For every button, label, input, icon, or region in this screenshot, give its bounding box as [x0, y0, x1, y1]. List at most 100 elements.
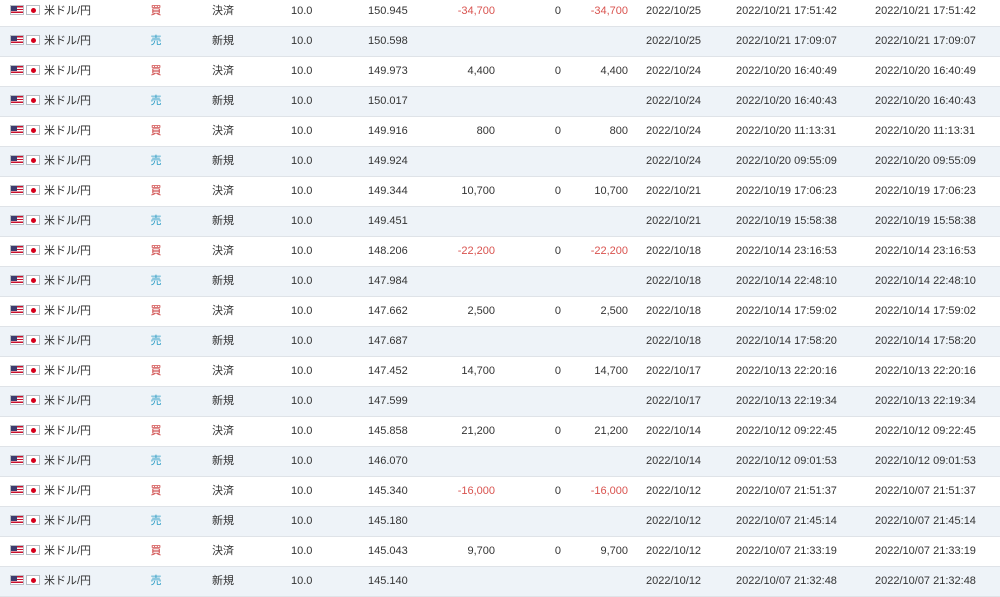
execution-datetime: 2022/10/12 09:01:53: [875, 455, 976, 467]
profit-loss: 9,700: [467, 545, 495, 557]
table-row[interactable]: 米ドル/円 買 決済 10.0 145.340 -16,000 0 -16,000 2022/1…: [0, 477, 1000, 507]
jp-flag-icon: [26, 335, 40, 345]
currency-flags: [10, 207, 40, 236]
trade-side: 買: [150, 425, 162, 437]
currency-flags: [10, 567, 40, 596]
settlement-date: 2022/10/17: [646, 365, 702, 377]
currency-pair: 米ドル/円: [44, 245, 92, 257]
jp-flag-icon: [26, 245, 40, 255]
table-row[interactable]: 米ドル/円 売 新規 10.0 146.070 2022/10/14 2022/10/12 …: [0, 447, 1000, 477]
table-row[interactable]: 米ドル/円 売 新規 10.0 150.598 2022/10/25 2022/10/21 …: [0, 27, 1000, 57]
jp-flag-icon: [26, 455, 40, 465]
currency-pair: 米ドル/円: [44, 575, 92, 587]
table-row[interactable]: 米ドル/円 買 決済 10.0 145.858 21,200 0 21,200 2022/10/…: [0, 417, 1000, 447]
settlement-date: 2022/10/17: [646, 395, 702, 407]
trade-side: 売: [150, 95, 162, 107]
order-datetime: 2022/10/14 17:59:02: [736, 305, 837, 317]
profit-loss: 21,200: [461, 425, 495, 437]
jp-flag-icon: [26, 365, 40, 375]
currency-pair: 米ドル/円: [44, 395, 92, 407]
settlement-date: 2022/10/12: [646, 575, 702, 587]
lot-size: 10.0: [291, 545, 313, 557]
settlement-date: 2022/10/24: [646, 95, 702, 107]
trade-side: 買: [150, 245, 162, 257]
profit-loss: 14,700: [461, 365, 495, 377]
table-row[interactable]: 米ドル/円 売 新規 10.0 149.451 2022/10/21 2022/10/19 …: [0, 207, 1000, 237]
lot-size: 10.0: [291, 305, 313, 317]
currency-flags: [10, 27, 40, 56]
execution-rate: 146.070: [368, 455, 408, 467]
us-flag-icon: [10, 35, 24, 45]
execution-datetime: 2022/10/20 09:55:09: [875, 155, 976, 167]
table-row[interactable]: 米ドル/円 売 新規 10.0 147.599 2022/10/17 2022/10/13 …: [0, 387, 1000, 417]
us-flag-icon: [10, 95, 24, 105]
table-row[interactable]: 米ドル/円 買 決済 10.0 149.344 10,700 0 10,700 2022/10/…: [0, 177, 1000, 207]
order-datetime: 2022/10/19 15:58:38: [736, 215, 837, 227]
lot-size: 10.0: [291, 5, 313, 17]
order-datetime: 2022/10/13 22:19:34: [736, 395, 837, 407]
us-flag-icon: [10, 575, 24, 585]
table-row[interactable]: 米ドル/円 売 新規 10.0 147.984 2022/10/18 2022/10/14 …: [0, 267, 1000, 297]
us-flag-icon: [10, 485, 24, 495]
currency-pair: 米ドル/円: [44, 425, 92, 437]
order-type: 決済: [212, 425, 234, 437]
trade-side: 売: [150, 395, 162, 407]
currency-pair: 米ドル/円: [44, 455, 92, 467]
order-datetime: 2022/10/21 17:09:07: [736, 35, 837, 47]
table-row[interactable]: 米ドル/円 買 決済 10.0 150.945 -34,700 0 -34,700 2022/1…: [0, 0, 1000, 27]
table-row[interactable]: 米ドル/円 売 新規 10.0 149.924 2022/10/24 2022/10/20 …: [0, 147, 1000, 177]
order-datetime: 2022/10/20 09:55:09: [736, 155, 837, 167]
execution-datetime: 2022/10/07 21:51:37: [875, 485, 976, 497]
lot-size: 10.0: [291, 575, 313, 587]
execution-datetime: 2022/10/14 23:16:53: [875, 245, 976, 257]
table-row[interactable]: 米ドル/円 売 新規 10.0 145.180 2022/10/12 2022/10/07 …: [0, 507, 1000, 537]
lot-size: 10.0: [291, 125, 313, 137]
currency-pair: 米ドル/円: [44, 545, 92, 557]
jp-flag-icon: [26, 65, 40, 75]
currency-flags: [10, 447, 40, 476]
table-row[interactable]: 米ドル/円 売 新規 10.0 147.687 2022/10/18 2022/10/14 …: [0, 327, 1000, 357]
table-row[interactable]: 米ドル/円 買 決済 10.0 148.206 -22,200 0 -22,200 2022/1…: [0, 237, 1000, 267]
table-row[interactable]: 米ドル/円 買 決済 10.0 149.916 800 0 800 2022/10/24 2022…: [0, 117, 1000, 147]
lot-size: 10.0: [291, 485, 313, 497]
execution-datetime: 2022/10/20 11:13:31: [875, 125, 976, 137]
lot-size: 10.0: [291, 185, 313, 197]
currency-flags: [10, 87, 40, 116]
currency-pair: 米ドル/円: [44, 365, 92, 377]
jp-flag-icon: [26, 5, 40, 15]
lot-size: 10.0: [291, 455, 313, 467]
trade-side: 買: [150, 125, 162, 137]
jp-flag-icon: [26, 185, 40, 195]
profit-loss: -34,700: [457, 5, 495, 17]
settlement-date: 2022/10/12: [646, 485, 702, 497]
settlement-date: 2022/10/18: [646, 335, 702, 347]
execution-datetime: 2022/10/19 17:06:23: [875, 185, 976, 197]
table-row[interactable]: 米ドル/円 買 決済 10.0 147.452 14,700 0 14,700 2022/10/…: [0, 357, 1000, 387]
currency-pair: 米ドル/円: [44, 65, 92, 77]
us-flag-icon: [10, 305, 24, 315]
order-datetime: 2022/10/13 22:20:16: [736, 365, 837, 377]
order-datetime: 2022/10/12 09:01:53: [736, 455, 837, 467]
settlement-date: 2022/10/21: [646, 215, 702, 227]
trade-side: 買: [150, 485, 162, 497]
us-flag-icon: [10, 65, 24, 75]
execution-datetime: 2022/10/21 17:51:42: [875, 5, 976, 17]
order-type: 決済: [212, 125, 234, 137]
execution-datetime: 2022/10/14 22:48:10: [875, 275, 976, 287]
swap-amount: 0: [554, 425, 561, 437]
table-row[interactable]: 米ドル/円 買 決済 10.0 147.662 2,500 0 2,500 2022/10/18…: [0, 297, 1000, 327]
profit-loss: -16,000: [457, 485, 495, 497]
table-row[interactable]: 米ドル/円 売 新規 10.0 150.017 2022/10/24 2022/10/20 …: [0, 87, 1000, 117]
execution-rate: 149.973: [368, 65, 408, 77]
trade-side: 売: [150, 275, 162, 287]
trade-side: 売: [150, 455, 162, 467]
table-row[interactable]: 米ドル/円 買 決済 10.0 149.973 4,400 0 4,400 2022/10/24…: [0, 57, 1000, 87]
table-row[interactable]: 米ドル/円 売 新規 10.0 145.140 2022/10/12 2022/10/07 …: [0, 567, 1000, 597]
execution-rate: 147.452: [368, 365, 408, 377]
us-flag-icon: [10, 335, 24, 345]
table-row[interactable]: 米ドル/円 買 決済 10.0 145.043 9,700 0 9,700 2022/10/12…: [0, 537, 1000, 567]
order-datetime: 2022/10/14 22:48:10: [736, 275, 837, 287]
us-flag-icon: [10, 455, 24, 465]
lot-size: 10.0: [291, 395, 313, 407]
lot-size: 10.0: [291, 65, 313, 77]
